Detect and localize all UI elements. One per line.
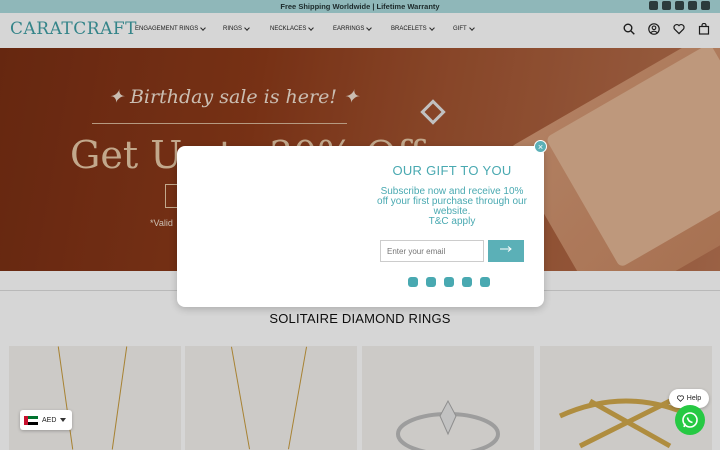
subscribe-button[interactable] [488,240,524,262]
popup-tc-text: T&C apply [428,216,476,227]
popup-text: Subscribe now and receive 10% off your f… [377,187,527,227]
arrow-right-icon [500,246,512,252]
pinterest-icon[interactable] [688,1,697,10]
tiktok-icon[interactable] [480,277,490,287]
announcement-text: Free Shipping Worldwide | Lifetime Warra… [280,2,440,11]
whatsapp-button[interactable] [675,405,705,435]
facebook-icon[interactable] [426,277,436,287]
email-input[interactable] [380,240,484,262]
announcement-bar: Free Shipping Worldwide | Lifetime Warra… [0,0,720,13]
popup-social-links [408,277,490,287]
top-social-links [649,1,710,10]
facebook-icon[interactable] [662,1,671,10]
tiktok-icon[interactable] [701,1,710,10]
currency-selector[interactable]: AED [20,410,72,430]
help-label: Help [686,395,702,402]
instagram-icon[interactable] [408,277,418,287]
popup-title: OUR GIFT TO YOU [392,163,512,178]
newsletter-popup: × OUR GIFT TO YOU Subscribe now and rece… [177,140,547,307]
currency-code: AED [42,416,57,424]
youtube-icon[interactable] [675,1,684,10]
heart-icon [676,395,684,402]
whatsapp-icon [682,412,698,428]
youtube-icon[interactable] [444,277,454,287]
popup-offer-text: Subscribe now and receive 10% off your f… [377,186,527,217]
uae-flag-icon [24,415,38,425]
caret-down-icon [60,418,67,422]
pinterest-icon[interactable] [462,277,472,287]
instagram-icon[interactable] [649,1,658,10]
close-icon[interactable]: × [534,140,547,153]
